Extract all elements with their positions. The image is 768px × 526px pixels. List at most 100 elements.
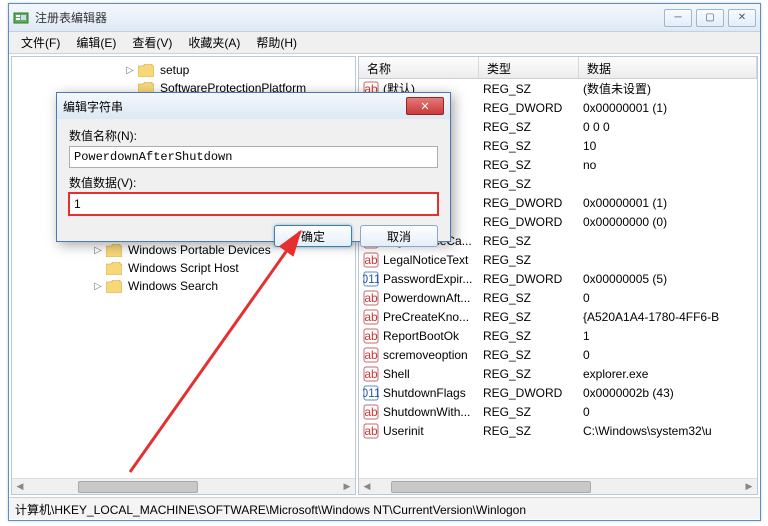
app-icon bbox=[13, 10, 29, 26]
scroll-thumb[interactable] bbox=[78, 481, 198, 493]
value-type: REG_DWORD bbox=[483, 272, 583, 286]
col-name[interactable]: 名称 bbox=[359, 57, 479, 78]
menu-view[interactable]: 查看(V) bbox=[124, 32, 180, 53]
value-data: 10 bbox=[583, 139, 757, 153]
tree-hscroll[interactable]: ◀ ▶ bbox=[12, 478, 355, 494]
value-name: Userinit bbox=[383, 424, 483, 438]
list-row[interactable]: 011PasswordExpir...REG_DWORD0x00000005 (… bbox=[359, 269, 757, 288]
value-type: REG_SZ bbox=[483, 82, 583, 96]
list-row[interactable]: ab ShutdownWith...REG_SZ0 bbox=[359, 402, 757, 421]
value-data: no bbox=[583, 158, 757, 172]
scroll-thumb[interactable] bbox=[391, 481, 591, 493]
dialog-title: 编辑字符串 bbox=[63, 98, 406, 115]
list-row[interactable]: abReportBootOkREG_SZ1 bbox=[359, 326, 757, 345]
tree-item[interactable]: ▷ setup bbox=[12, 61, 355, 79]
menu-help[interactable]: 帮助(H) bbox=[248, 32, 305, 53]
close-button[interactable]: ✕ bbox=[728, 9, 756, 27]
folder-icon bbox=[106, 262, 122, 275]
scroll-left-icon[interactable]: ◀ bbox=[359, 481, 375, 492]
value-data: {A520A1A4-1780-4FF6-B bbox=[583, 310, 757, 324]
expander-icon[interactable]: ▷ bbox=[92, 281, 104, 292]
svg-text:011: 011 bbox=[363, 272, 379, 286]
value-type: REG_SZ bbox=[483, 158, 583, 172]
menubar: 文件(F) 编辑(E) 查看(V) 收藏夹(A) 帮助(H) bbox=[9, 32, 760, 54]
value-type: REG_SZ bbox=[483, 367, 583, 381]
window-title: 注册表编辑器 bbox=[35, 9, 664, 26]
list-row[interactable]: ab ShellREG_SZexplorer.exe bbox=[359, 364, 757, 383]
value-data: 0x00000005 (5) bbox=[583, 272, 757, 286]
value-name: ReportBootOk bbox=[383, 329, 483, 343]
tree-item[interactable]: Windows Script Host bbox=[12, 259, 355, 277]
value-type: REG_SZ bbox=[483, 120, 583, 134]
menu-file[interactable]: 文件(F) bbox=[13, 32, 68, 53]
scroll-left-icon[interactable]: ◀ bbox=[12, 481, 28, 492]
col-type[interactable]: 类型 bbox=[479, 57, 579, 78]
value-data-label: 数值数据(V): bbox=[69, 174, 438, 191]
value-data-input[interactable] bbox=[69, 193, 438, 215]
value-data: explorer.exe bbox=[583, 367, 757, 381]
value-name: ShutdownWith... bbox=[383, 405, 483, 419]
tree-item[interactable]: ▷Windows Search bbox=[12, 277, 355, 295]
value-type: REG_SZ bbox=[483, 291, 583, 305]
tree-item-label: setup bbox=[157, 63, 192, 77]
folder-icon bbox=[138, 64, 154, 77]
value-data: 0 bbox=[583, 348, 757, 362]
value-type: REG_DWORD bbox=[483, 386, 583, 400]
value-data: 0 bbox=[583, 291, 757, 305]
value-name: ShutdownFlags bbox=[383, 386, 483, 400]
value-name: PowerdownAft... bbox=[383, 291, 483, 305]
value-name: LegalNoticeText bbox=[383, 253, 483, 267]
string-value-icon: ab bbox=[363, 404, 379, 420]
value-type: REG_DWORD bbox=[483, 101, 583, 115]
value-type: REG_SZ bbox=[483, 329, 583, 343]
folder-icon bbox=[106, 280, 122, 293]
minimize-button[interactable]: ─ bbox=[664, 9, 692, 27]
string-value-icon: ab bbox=[363, 290, 379, 306]
ok-button[interactable]: 确定 bbox=[274, 225, 352, 247]
value-name: Shell bbox=[383, 367, 483, 381]
cancel-button[interactable]: 取消 bbox=[360, 225, 438, 247]
tree-item-label: Windows Script Host bbox=[125, 261, 242, 275]
value-name-input[interactable] bbox=[69, 146, 438, 168]
svg-text:ab: ab bbox=[364, 291, 378, 305]
dialog-titlebar[interactable]: 编辑字符串 ✕ bbox=[57, 93, 450, 119]
menu-favorites[interactable]: 收藏夹(A) bbox=[180, 32, 248, 53]
list-row[interactable]: abPreCreateKno...REG_SZ{A520A1A4-1780-4F… bbox=[359, 307, 757, 326]
svg-text:ab: ab bbox=[364, 405, 378, 419]
binary-value-icon: 011 bbox=[363, 385, 379, 401]
list-row[interactable]: ab PowerdownAft...REG_SZ0 bbox=[359, 288, 757, 307]
list-row[interactable]: abscremoveoptionREG_SZ0 bbox=[359, 345, 757, 364]
scroll-right-icon[interactable]: ▶ bbox=[741, 481, 757, 492]
titlebar[interactable]: 注册表编辑器 ─ ▢ ✕ bbox=[9, 4, 760, 32]
value-data: (数值未设置) bbox=[583, 80, 757, 97]
value-type: REG_SZ bbox=[483, 234, 583, 248]
maximize-button[interactable]: ▢ bbox=[696, 9, 724, 27]
expander-icon[interactable]: ▷ bbox=[124, 65, 136, 76]
dialog-close-button[interactable]: ✕ bbox=[406, 97, 444, 115]
col-data[interactable]: 数据 bbox=[579, 57, 757, 78]
value-type: REG_SZ bbox=[483, 405, 583, 419]
value-data: 0x00000001 (1) bbox=[583, 196, 757, 210]
value-type: REG_SZ bbox=[483, 177, 583, 191]
value-data: 0 bbox=[583, 405, 757, 419]
list-row[interactable]: abUserinitREG_SZC:\Windows\system32\u bbox=[359, 421, 757, 440]
value-name: scremoveoption bbox=[383, 348, 483, 362]
string-value-icon: ab bbox=[363, 347, 379, 363]
list-row[interactable]: 011ShutdownFlagsREG_DWORD0x0000002b (43) bbox=[359, 383, 757, 402]
list-hscroll[interactable]: ◀ ▶ bbox=[359, 478, 757, 494]
svg-text:ab: ab bbox=[364, 310, 378, 324]
value-type: REG_SZ bbox=[483, 139, 583, 153]
string-value-icon: ab bbox=[363, 309, 379, 325]
svg-text:011: 011 bbox=[363, 386, 379, 400]
value-data: 0x00000001 (1) bbox=[583, 101, 757, 115]
value-type: REG_DWORD bbox=[483, 215, 583, 229]
string-value-icon: ab bbox=[363, 366, 379, 382]
value-data: 1 bbox=[583, 329, 757, 343]
menu-edit[interactable]: 编辑(E) bbox=[68, 32, 124, 53]
statusbar: 计算机\HKEY_LOCAL_MACHINE\SOFTWARE\Microsof… bbox=[9, 497, 760, 519]
value-data: 0x00000000 (0) bbox=[583, 215, 757, 229]
value-type: REG_SZ bbox=[483, 310, 583, 324]
svg-text:ab: ab bbox=[364, 424, 378, 438]
scroll-right-icon[interactable]: ▶ bbox=[339, 481, 355, 492]
binary-value-icon: 011 bbox=[363, 271, 379, 287]
